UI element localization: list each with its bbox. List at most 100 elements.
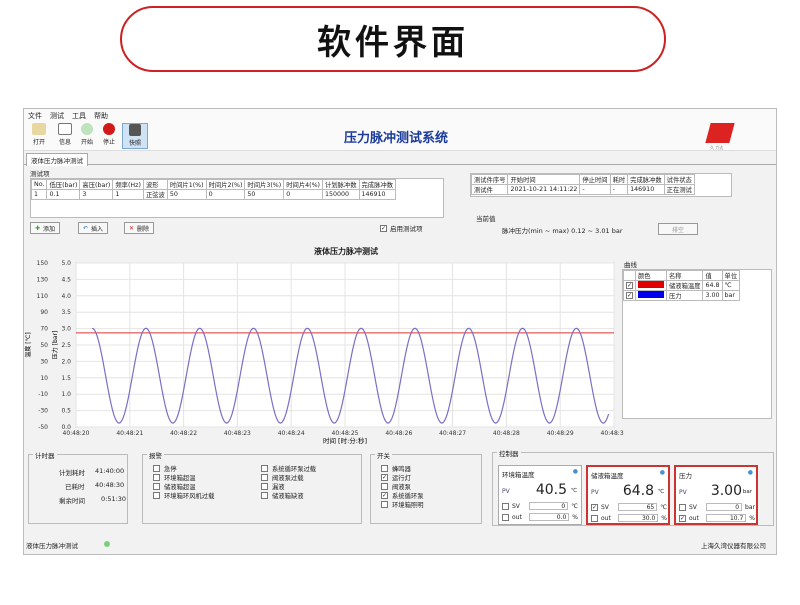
pv-value: 3.00	[710, 483, 742, 499]
test-item-cell: 正弦波	[142, 189, 168, 200]
test-info-header-cell: 开始时间	[507, 174, 581, 185]
controller-out-row[interactable]: out 0.0%	[502, 513, 578, 521]
curve-row[interactable]: ✓ 压力 3.00 bar	[623, 290, 741, 301]
x-tick-label: 40:48:23	[224, 430, 251, 437]
switch-item[interactable]: ✓ 运行灯	[381, 473, 423, 482]
y-left-tick-label: -30	[38, 408, 48, 415]
controller-name: 储液箱温度	[591, 472, 624, 480]
menu-test[interactable]: 测试	[50, 111, 64, 120]
sv-checkbox[interactable]	[679, 503, 686, 511]
test-item-row[interactable]: 1 0.1 3 1 正弦波 50 0 50 0 150000 146910	[30, 189, 396, 200]
test-items-label: 测试项	[30, 170, 50, 178]
snapshot-button[interactable]: 快照	[122, 123, 148, 149]
pv-value: 40.5	[535, 482, 567, 498]
enable-test-item-checkbox[interactable]: ✓ 启用测试项	[380, 223, 423, 233]
controller-sv-row[interactable]: ✓ SV 65 ℃	[591, 503, 667, 511]
controller-sv-row[interactable]: SV 0 ℃	[502, 502, 578, 510]
x-tick-label: 40:48:21	[116, 430, 143, 437]
pv-label: PV	[502, 488, 510, 495]
out-value[interactable]: 30.0	[618, 514, 659, 522]
sv-checkbox[interactable]: ✓	[591, 503, 598, 511]
pv-label: PV	[591, 489, 599, 496]
switch-item[interactable]: 环境箱照明	[381, 500, 423, 509]
app-window: 文件 测试 工具 帮助 打开 信息 开始 停止 快照 压力脉冲测试系统 久 力达…	[23, 108, 777, 555]
test-item-header-cell: 时间片3(%)	[244, 179, 285, 190]
sv-checkbox[interactable]	[502, 502, 509, 510]
curve-row[interactable]: ✓ 储液箱温度 64.8 ℃	[623, 280, 741, 291]
info-icon[interactable]: ●	[748, 469, 753, 476]
controller-sv-row[interactable]: SV 0 bar	[679, 503, 755, 511]
alarm-item-label: 储液箱缺液	[272, 493, 304, 500]
switch-item-checkbox[interactable]: ✓	[381, 474, 388, 481]
test-item-header-cell: 频率(Hz)	[112, 179, 144, 190]
remain-value: 0:51:30	[101, 495, 127, 503]
out-checkbox[interactable]	[502, 513, 509, 521]
info-icon[interactable]: ●	[660, 469, 665, 476]
insert-button[interactable]: ↶ 插入	[78, 222, 109, 234]
test-info-row[interactable]: 测试件 2021-10-21 14:11:22- -146910 正在测试	[470, 184, 695, 195]
clear-button[interactable]: 排空	[658, 223, 698, 235]
out-value[interactable]: 0.0	[529, 513, 570, 521]
toolbar: 打开 信息 开始 停止 快照 压力脉冲测试系统 久 力达	[24, 121, 776, 151]
alarm-title: 报警	[147, 450, 164, 460]
start-button[interactable]: 开始	[76, 123, 98, 146]
switch-item-checkbox[interactable]	[381, 465, 388, 472]
curve-visible-cell[interactable]: ✓	[623, 290, 636, 301]
test-item-cell: 150000	[322, 189, 360, 200]
menu-file[interactable]: 文件	[28, 111, 42, 120]
switch-item-label: 环境箱照明	[392, 502, 424, 509]
curve-value: 3.00	[702, 290, 723, 301]
out-label: out	[601, 514, 611, 522]
menu-help[interactable]: 帮助	[94, 111, 108, 120]
curve-visible-cell[interactable]: ✓	[623, 280, 636, 291]
alarm-item: 储液箱超温	[153, 482, 214, 491]
out-value[interactable]: 10.7	[706, 514, 747, 522]
out-checkbox[interactable]	[591, 514, 598, 522]
out-checkbox[interactable]: ✓	[679, 514, 686, 522]
y-left-tick-label: 30	[40, 358, 48, 365]
planned-label: 计划耗时	[59, 469, 85, 477]
alarm-item: 环境箱环风机过载	[153, 491, 214, 500]
open-button[interactable]: 打开	[28, 123, 50, 146]
delete-icon: ✕	[129, 224, 135, 232]
menu-tools[interactable]: 工具	[72, 111, 86, 120]
add-button[interactable]: ✚ 添加	[30, 222, 61, 234]
alarm-item-label: 储液箱超温	[164, 484, 196, 491]
test-item-header-cell: No.	[30, 179, 48, 190]
sv-label: SV	[689, 503, 697, 511]
controller-out-row[interactable]: out 30.0%	[591, 514, 667, 522]
info-button[interactable]: 信息	[54, 123, 76, 146]
alarm-item-checkbox	[153, 483, 160, 490]
switch-item-checkbox[interactable]	[381, 483, 388, 490]
switch-item[interactable]: ✓ 系统循环泵	[381, 491, 423, 500]
switch-item[interactable]: 蜂鸣器	[381, 464, 423, 473]
delete-button[interactable]: ✕ 删除	[124, 222, 155, 234]
test-item-header-cell: 波形	[142, 179, 168, 190]
y-right-tick-label: 4.0	[61, 293, 71, 300]
y-left-tick-label: 90	[40, 309, 48, 316]
controller-panel: 环境箱温度 ● PV 40.5 ℃ SV 0 ℃ out 0.0%	[498, 465, 582, 525]
controller-out-row[interactable]: ✓ out 10.7%	[679, 514, 755, 522]
test-item-header-cell: 计划脉冲数	[322, 179, 360, 190]
y-left-tick-label: -50	[38, 424, 48, 431]
stop-button[interactable]: 停止	[98, 123, 120, 146]
switch-item-checkbox[interactable]	[381, 501, 388, 508]
sv-value[interactable]: 0	[529, 502, 569, 510]
switch-item-checkbox[interactable]: ✓	[381, 492, 388, 499]
curves-table[interactable]: 颜色 名称值单位 ✓ 储液箱温度 64.8 ℃ ✓ 压力 3.00 bar	[623, 270, 741, 301]
curve-visible-checkbox[interactable]: ✓	[626, 291, 633, 299]
curves-header-row: 颜色 名称值单位	[623, 270, 741, 281]
info-icon[interactable]: ●	[573, 468, 578, 475]
alarm-item-label: 系统循环泵过载	[272, 466, 317, 473]
alarm-item-checkbox	[153, 474, 160, 481]
tab-liquid-pulse[interactable]: 液体压力脉冲测试	[26, 153, 88, 166]
sv-value[interactable]: 0	[706, 503, 743, 511]
y-right-tick-label: 1.5	[61, 375, 71, 382]
test-items-table[interactable]: No. 低压(bar) 高压(bar) 频率(Hz) 波形 时间片1(%) 时间片2(%) 时…	[30, 179, 396, 200]
sv-value[interactable]: 65	[618, 503, 658, 511]
switch-item[interactable]: 阀液泵	[381, 482, 423, 491]
test-item-header-cell: 时间片1(%)	[166, 179, 207, 190]
curve-visible-checkbox[interactable]: ✓	[626, 281, 633, 289]
test-info-table[interactable]: 测试件序号 开始时间 停止时间 耗时 完成脉冲数 试件状态 测试件 2021-10-21 14…	[470, 174, 695, 195]
menu-bar: 文件 测试 工具 帮助	[24, 109, 776, 121]
